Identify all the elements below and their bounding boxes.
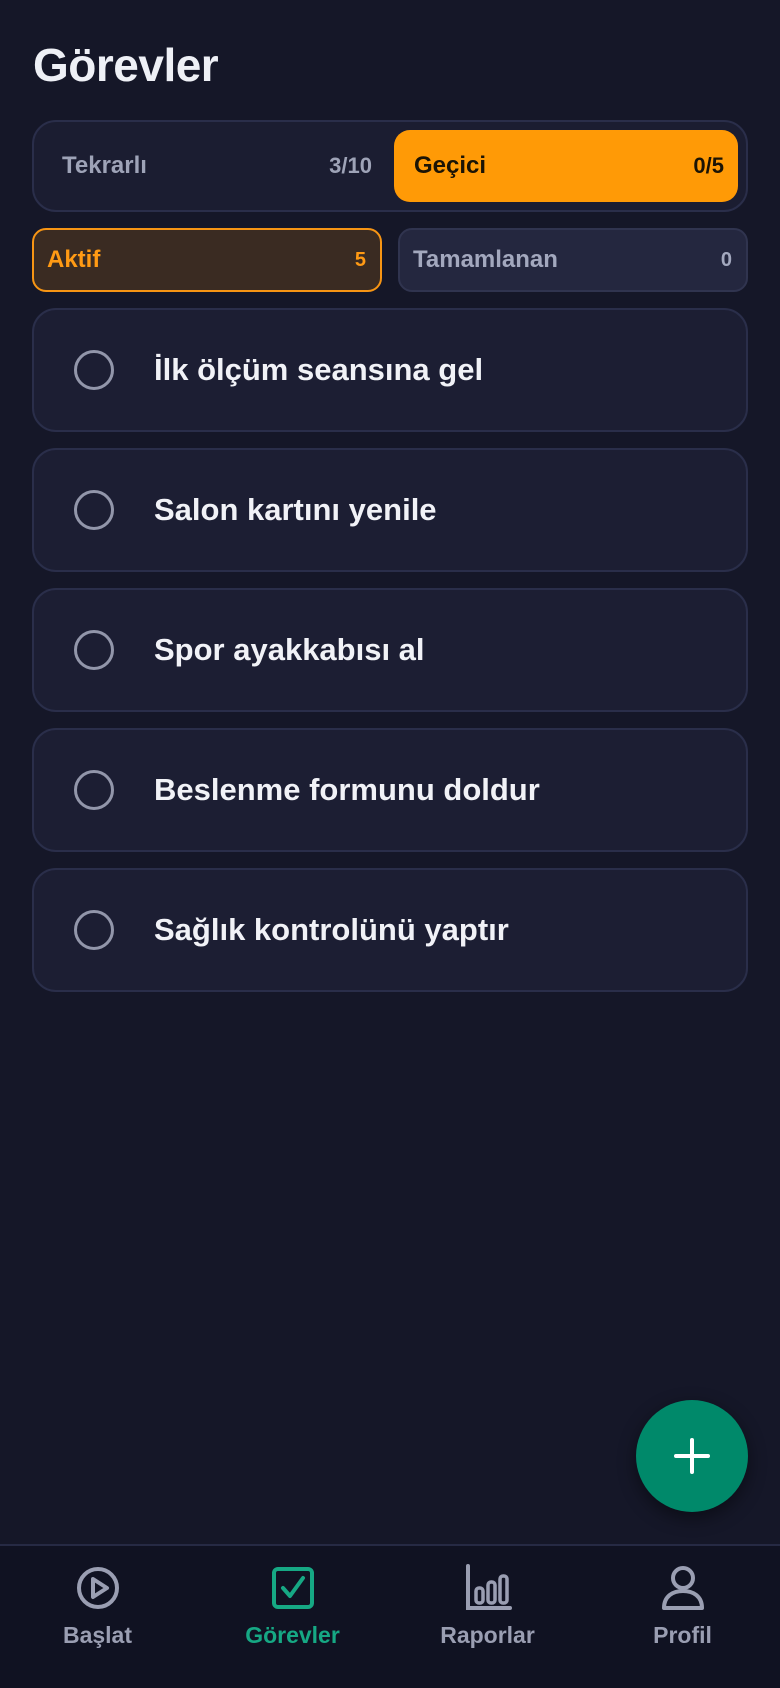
segment-tab-label: Geçici [414, 152, 487, 179]
page-title: Görevler [33, 39, 219, 91]
task-checkbox[interactable] [74, 910, 114, 950]
filter-label: Aktif [47, 246, 101, 273]
task-checkbox[interactable] [74, 770, 114, 810]
add-task-button[interactable] [636, 1400, 748, 1512]
tab-profile[interactable]: Profil [585, 1546, 780, 1688]
segment-tab-label: Tekrarlı [62, 152, 147, 179]
tab-label: Görevler [245, 1622, 340, 1648]
task-item[interactable]: Beslenme formunu doldur [32, 728, 748, 852]
task-checkbox[interactable] [74, 490, 114, 530]
filter-count: 5 [354, 248, 366, 271]
bar-chart-icon [465, 1564, 512, 1610]
filter-count: 0 [720, 248, 732, 271]
segment-tab-count: 3/10 [329, 153, 372, 178]
task-label: Beslenme formunu doldur [154, 772, 540, 807]
checkbox-icon [271, 1567, 314, 1609]
tab-reports[interactable]: Raporlar [390, 1546, 585, 1688]
task-label: Sağlık kontrolünü yaptır [154, 912, 509, 947]
task-item[interactable]: İlk ölçüm seansına gel [32, 308, 748, 432]
filter-completed[interactable]: Tamamlanan 0 [398, 228, 748, 292]
segment-tab-recurring[interactable]: Tekrarlı 3/10 [42, 130, 386, 202]
task-label: İlk ölçüm seansına gel [154, 352, 484, 387]
play-circle-icon [76, 1567, 119, 1609]
user-icon [661, 1566, 704, 1610]
task-item[interactable]: Sağlık kontrolünü yaptır [32, 868, 748, 992]
task-label: Salon kartını yenile [154, 492, 437, 527]
bottom-tab-bar: Başlat Görevler Raporlar Profil [0, 1544, 780, 1688]
tab-start[interactable]: Başlat [0, 1546, 195, 1688]
segment-tab-count: 0/5 [693, 153, 724, 178]
filter-label: Tamamlanan [413, 246, 558, 273]
tab-tasks[interactable]: Görevler [195, 1546, 390, 1688]
segment-tab-temporary[interactable]: Geçici 0/5 [394, 130, 738, 202]
task-list: İlk ölçüm seansına gel Salon kartını yen… [32, 308, 748, 1008]
tab-label: Profil [653, 1622, 712, 1648]
tab-label: Başlat [62, 1622, 133, 1648]
status-filter-row: Aktif 5 Tamamlanan 0 [32, 228, 748, 292]
task-item[interactable]: Spor ayakkabısı al [32, 588, 748, 712]
tab-label: Raporlar [440, 1622, 535, 1648]
task-type-segmented-control: Tekrarlı 3/10 Geçici 0/5 [32, 120, 748, 212]
task-checkbox[interactable] [74, 350, 114, 390]
tasks-screen: Görevler Tekrarlı 3/10 Geçici 0/5 Aktif … [0, 0, 780, 1688]
task-label: Spor ayakkabısı al [154, 632, 425, 667]
plus-icon [674, 1438, 710, 1474]
task-checkbox[interactable] [74, 630, 114, 670]
task-item[interactable]: Salon kartını yenile [32, 448, 748, 572]
filter-active[interactable]: Aktif 5 [32, 228, 382, 292]
